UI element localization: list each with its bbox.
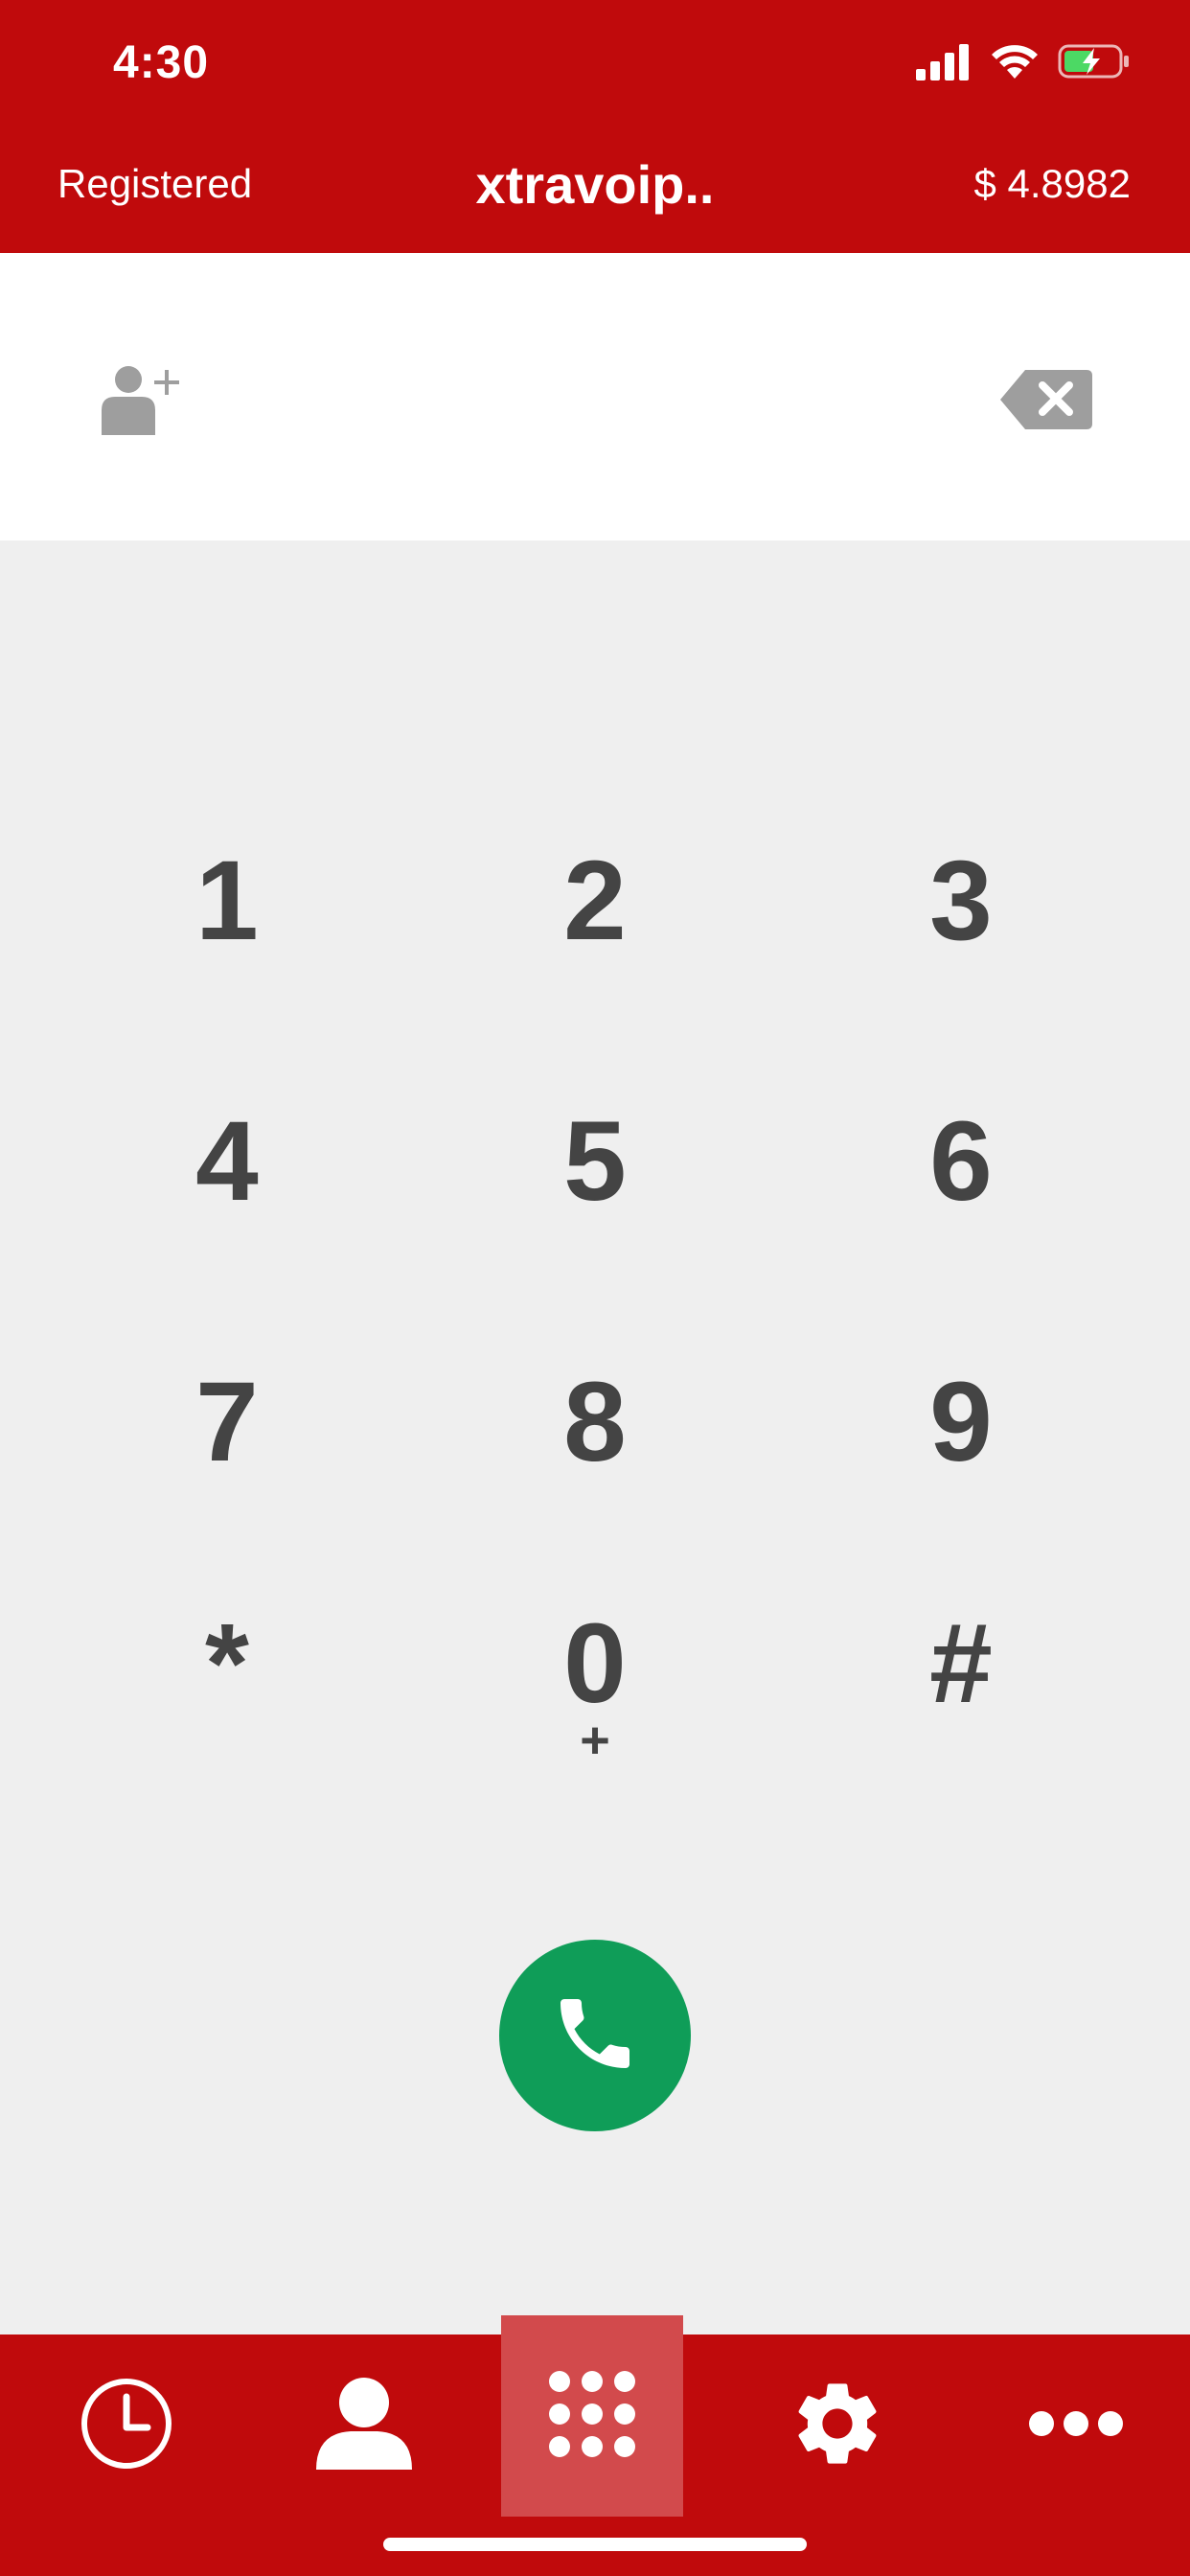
- phone-icon: [549, 1988, 641, 2084]
- key-digit: *: [205, 1600, 249, 1727]
- tab-recents[interactable]: [35, 2334, 217, 2517]
- key-hash[interactable]: #: [827, 1568, 1095, 1760]
- key-digit: 0: [563, 1600, 627, 1727]
- home-indicator[interactable]: [383, 2538, 807, 2551]
- app-header: 4:30 Registered xtravoip.. $ 4.8982: [0, 0, 1190, 253]
- key-digit: 9: [929, 1359, 993, 1485]
- key-4[interactable]: 4: [93, 1066, 361, 1257]
- clock-icon: [79, 2376, 174, 2476]
- key-digit: #: [929, 1600, 993, 1727]
- call-button[interactable]: [499, 1940, 691, 2131]
- key-5[interactable]: 5: [461, 1066, 729, 1257]
- account-balance: $ 4.8982: [973, 161, 1132, 206]
- key-2[interactable]: 2: [461, 805, 729, 997]
- key-7[interactable]: 7: [93, 1326, 361, 1518]
- battery-icon: [1058, 42, 1131, 85]
- key-digit: 1: [195, 838, 259, 964]
- key-digit: 3: [929, 838, 993, 964]
- backspace-icon[interactable]: [998, 368, 1094, 431]
- person-icon: [314, 2376, 414, 2476]
- status-time: 4:30: [113, 37, 210, 88]
- wifi-icon: [991, 42, 1039, 85]
- key-sub-label: +: [580, 1712, 610, 1769]
- key-digit: 7: [195, 1359, 259, 1485]
- key-6[interactable]: 6: [827, 1066, 1095, 1257]
- key-star[interactable]: *: [93, 1568, 361, 1760]
- key-9[interactable]: 9: [827, 1326, 1095, 1518]
- key-digit: 2: [563, 838, 627, 964]
- tab-more[interactable]: [985, 2334, 1167, 2517]
- status-icons: [916, 42, 1131, 84]
- key-digit: 4: [195, 1098, 259, 1225]
- add-contact-icon[interactable]: [100, 360, 186, 437]
- key-digit: 8: [563, 1359, 627, 1485]
- key-digit: 5: [563, 1098, 627, 1225]
- gear-icon: [788, 2374, 887, 2478]
- more-icon: [1028, 2409, 1124, 2443]
- key-1[interactable]: 1: [93, 805, 361, 997]
- tab-keypad[interactable]: [501, 2315, 683, 2517]
- key-8[interactable]: 8: [461, 1326, 729, 1518]
- tab-settings[interactable]: [746, 2334, 928, 2517]
- key-0[interactable]: 0 +: [461, 1591, 729, 1782]
- key-digit: 6: [929, 1098, 993, 1225]
- signal-icon: [916, 42, 972, 85]
- key-3[interactable]: 3: [827, 805, 1095, 997]
- tab-contacts[interactable]: [273, 2334, 455, 2517]
- keypad-icon: [544, 2366, 640, 2467]
- number-input-bar[interactable]: [0, 253, 1190, 540]
